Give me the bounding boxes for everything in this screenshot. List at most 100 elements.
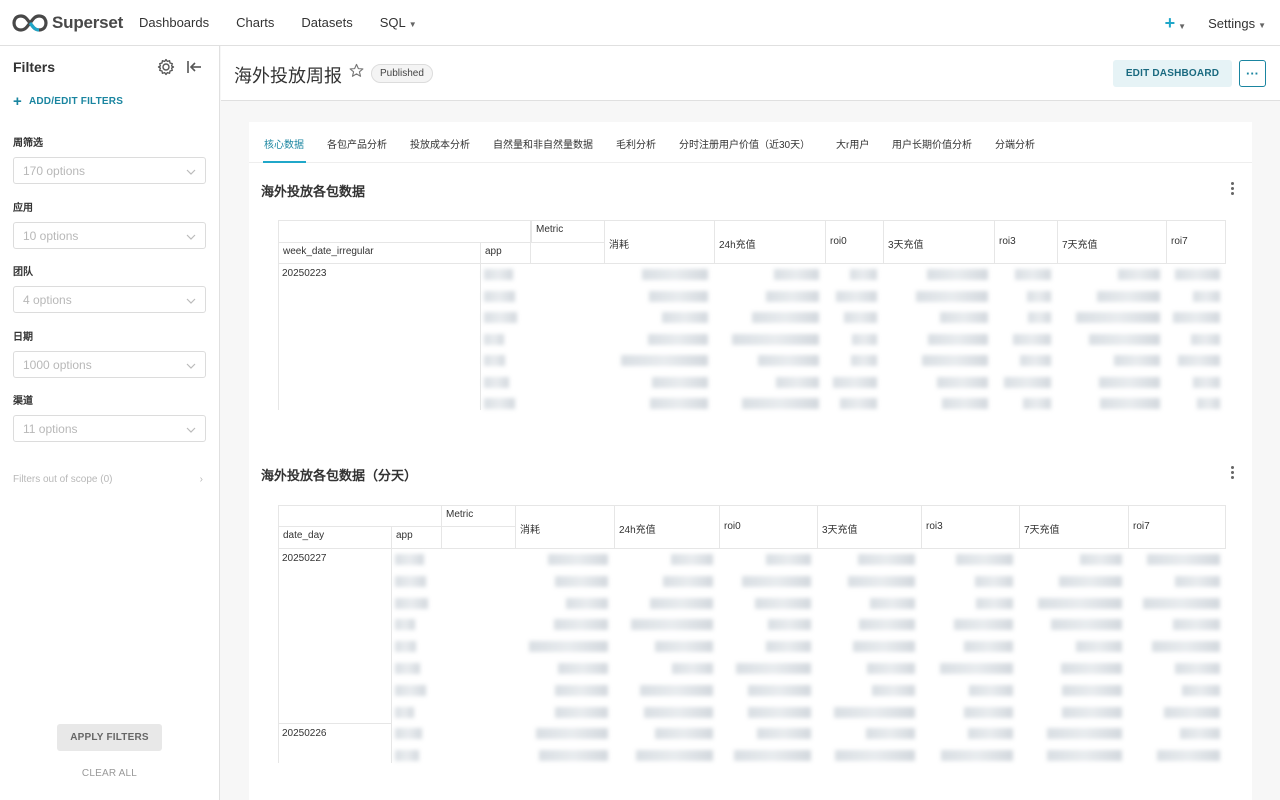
tab-margin-analysis[interactable]: 毛利分析 bbox=[616, 136, 656, 151]
metric-header: Metric bbox=[441, 505, 516, 527]
superset-logo[interactable]: Superset bbox=[12, 13, 124, 33]
redacted-cell bbox=[742, 575, 811, 587]
header-spacer bbox=[530, 242, 605, 264]
redacted-cell bbox=[395, 554, 424, 565]
tab-platform-analysis[interactable]: 分端分析 bbox=[995, 136, 1035, 151]
nav-datasets[interactable]: Datasets bbox=[301, 15, 352, 30]
header-spacer bbox=[441, 526, 516, 549]
filter-select[interactable]: 1000 options bbox=[13, 351, 206, 378]
redacted-cell bbox=[554, 619, 608, 631]
column-header: 消耗 bbox=[515, 505, 615, 549]
redacted-cell bbox=[566, 597, 608, 609]
redacted-cell bbox=[395, 684, 426, 696]
redacted-cell bbox=[1178, 355, 1220, 366]
nav-sql[interactable]: SQL ▼ bbox=[380, 15, 417, 30]
redacted-cell bbox=[1028, 312, 1051, 323]
redacted-cell bbox=[644, 706, 713, 718]
tab-cost-analysis[interactable]: 投放成本分析 bbox=[410, 136, 470, 151]
nav-charts[interactable]: Charts bbox=[236, 15, 274, 30]
tab-package-analysis[interactable]: 各包产品分析 bbox=[327, 136, 387, 151]
published-badge[interactable]: Published bbox=[371, 64, 433, 83]
collapse-sidebar-icon[interactable] bbox=[185, 58, 203, 76]
column-header: 24h充值 bbox=[714, 220, 826, 264]
redacted-cell bbox=[484, 290, 515, 302]
tab-ltv-analysis[interactable]: 用户长期价值分析 bbox=[892, 136, 972, 151]
redacted-cell bbox=[774, 269, 819, 280]
chevron-right-icon: › bbox=[199, 474, 203, 485]
redacted-cell bbox=[1173, 619, 1220, 631]
settings-menu[interactable]: Settings ▼ bbox=[1208, 16, 1266, 31]
redacted-cell bbox=[1013, 333, 1051, 345]
redacted-cell bbox=[1100, 398, 1160, 409]
redacted-cell bbox=[922, 355, 988, 366]
redacted-cell bbox=[548, 554, 608, 565]
filter-select[interactable]: 170 options bbox=[13, 157, 206, 184]
column-header: roi0 bbox=[719, 505, 818, 549]
redacted-cell bbox=[872, 684, 915, 696]
redacted-cell bbox=[636, 750, 713, 762]
add-edit-filters-button[interactable]: + ADD/EDIT FILTERS bbox=[13, 93, 123, 110]
redacted-cell bbox=[940, 312, 988, 323]
row-header: app bbox=[480, 242, 531, 264]
redacted-cell bbox=[650, 597, 713, 609]
tab-core-data[interactable]: 核心数据 bbox=[264, 136, 304, 151]
column-header: 7天充值 bbox=[1057, 220, 1167, 264]
filter-placeholder: 4 options bbox=[23, 292, 72, 307]
filter-select[interactable]: 10 options bbox=[13, 222, 206, 249]
filter-week: 周筛选 170 options bbox=[13, 134, 206, 184]
more-options-button[interactable]: ··· bbox=[1239, 60, 1266, 87]
redacted-cell bbox=[650, 398, 708, 409]
clear-all-button[interactable]: CLEAR ALL bbox=[0, 768, 219, 779]
redacted-cell bbox=[1051, 619, 1122, 631]
redacted-cell bbox=[1038, 597, 1122, 609]
filter-placeholder: 1000 options bbox=[23, 357, 92, 372]
chart1-menu-icon[interactable] bbox=[1231, 182, 1235, 197]
filters-out-of-scope[interactable]: Filters out of scope (0) › bbox=[13, 474, 203, 485]
column-header: roi7 bbox=[1166, 220, 1226, 264]
tab-organic-data[interactable]: 自然量和非自然量数据 bbox=[493, 136, 593, 151]
filter-select[interactable]: 4 options bbox=[13, 286, 206, 313]
redacted-cell bbox=[757, 728, 811, 740]
chart2-menu-icon[interactable] bbox=[1231, 466, 1235, 481]
filter-placeholder: 10 options bbox=[23, 228, 79, 243]
filter-label: 周筛选 bbox=[13, 138, 43, 149]
redacted-cell bbox=[942, 398, 988, 409]
row-header: app bbox=[391, 526, 442, 549]
chevron-down-icon: ▼ bbox=[1258, 20, 1266, 30]
redacted-cell bbox=[662, 312, 708, 323]
chevron-down-icon: ▼ bbox=[408, 20, 417, 29]
redacted-cell bbox=[836, 290, 877, 302]
dashboard-title[interactable]: 海外投放周报 bbox=[234, 62, 342, 88]
redacted-cell bbox=[766, 641, 811, 653]
redacted-cell bbox=[631, 619, 713, 631]
column-header: roi3 bbox=[921, 505, 1020, 549]
redacted-cell bbox=[655, 641, 713, 653]
redacted-cell bbox=[748, 706, 811, 718]
redacted-cell bbox=[1004, 376, 1051, 388]
star-icon[interactable] bbox=[349, 63, 364, 78]
edit-dashboard-button[interactable]: EDIT DASHBOARD bbox=[1113, 60, 1232, 87]
plus-icon: + bbox=[13, 93, 22, 110]
column-header: 3天充值 bbox=[883, 220, 995, 264]
tab-hourly-user-value[interactable]: 分时注册用户价值（近30天） bbox=[679, 136, 810, 151]
column-header: roi0 bbox=[825, 220, 884, 264]
tab-big-r-users[interactable]: 大r用户 bbox=[836, 136, 869, 151]
scope-label: Filters out of scope (0) bbox=[13, 474, 113, 485]
redacted-cell bbox=[840, 398, 877, 409]
redacted-cell bbox=[835, 750, 915, 762]
new-item-menu[interactable]: + ▼ bbox=[1165, 13, 1186, 34]
redacted-cell bbox=[484, 333, 504, 345]
redacted-cell bbox=[834, 706, 915, 718]
apply-filters-button[interactable]: APPLY FILTERS bbox=[57, 724, 162, 751]
row-group bbox=[278, 549, 392, 724]
gear-icon[interactable] bbox=[157, 58, 175, 76]
redacted-cell bbox=[642, 269, 708, 280]
dashboard-tabs: 核心数据 各包产品分析 投放成本分析 自然量和非自然量数据 毛利分析 分时注册用… bbox=[249, 122, 1252, 163]
redacted-cell bbox=[536, 728, 608, 740]
redacted-cell bbox=[941, 750, 1013, 762]
redacted-cell bbox=[940, 663, 1013, 674]
filter-select[interactable]: 11 options bbox=[13, 415, 206, 442]
redacted-cell bbox=[555, 684, 608, 696]
redacted-cell bbox=[758, 355, 819, 366]
nav-dashboards[interactable]: Dashboards bbox=[139, 15, 209, 30]
